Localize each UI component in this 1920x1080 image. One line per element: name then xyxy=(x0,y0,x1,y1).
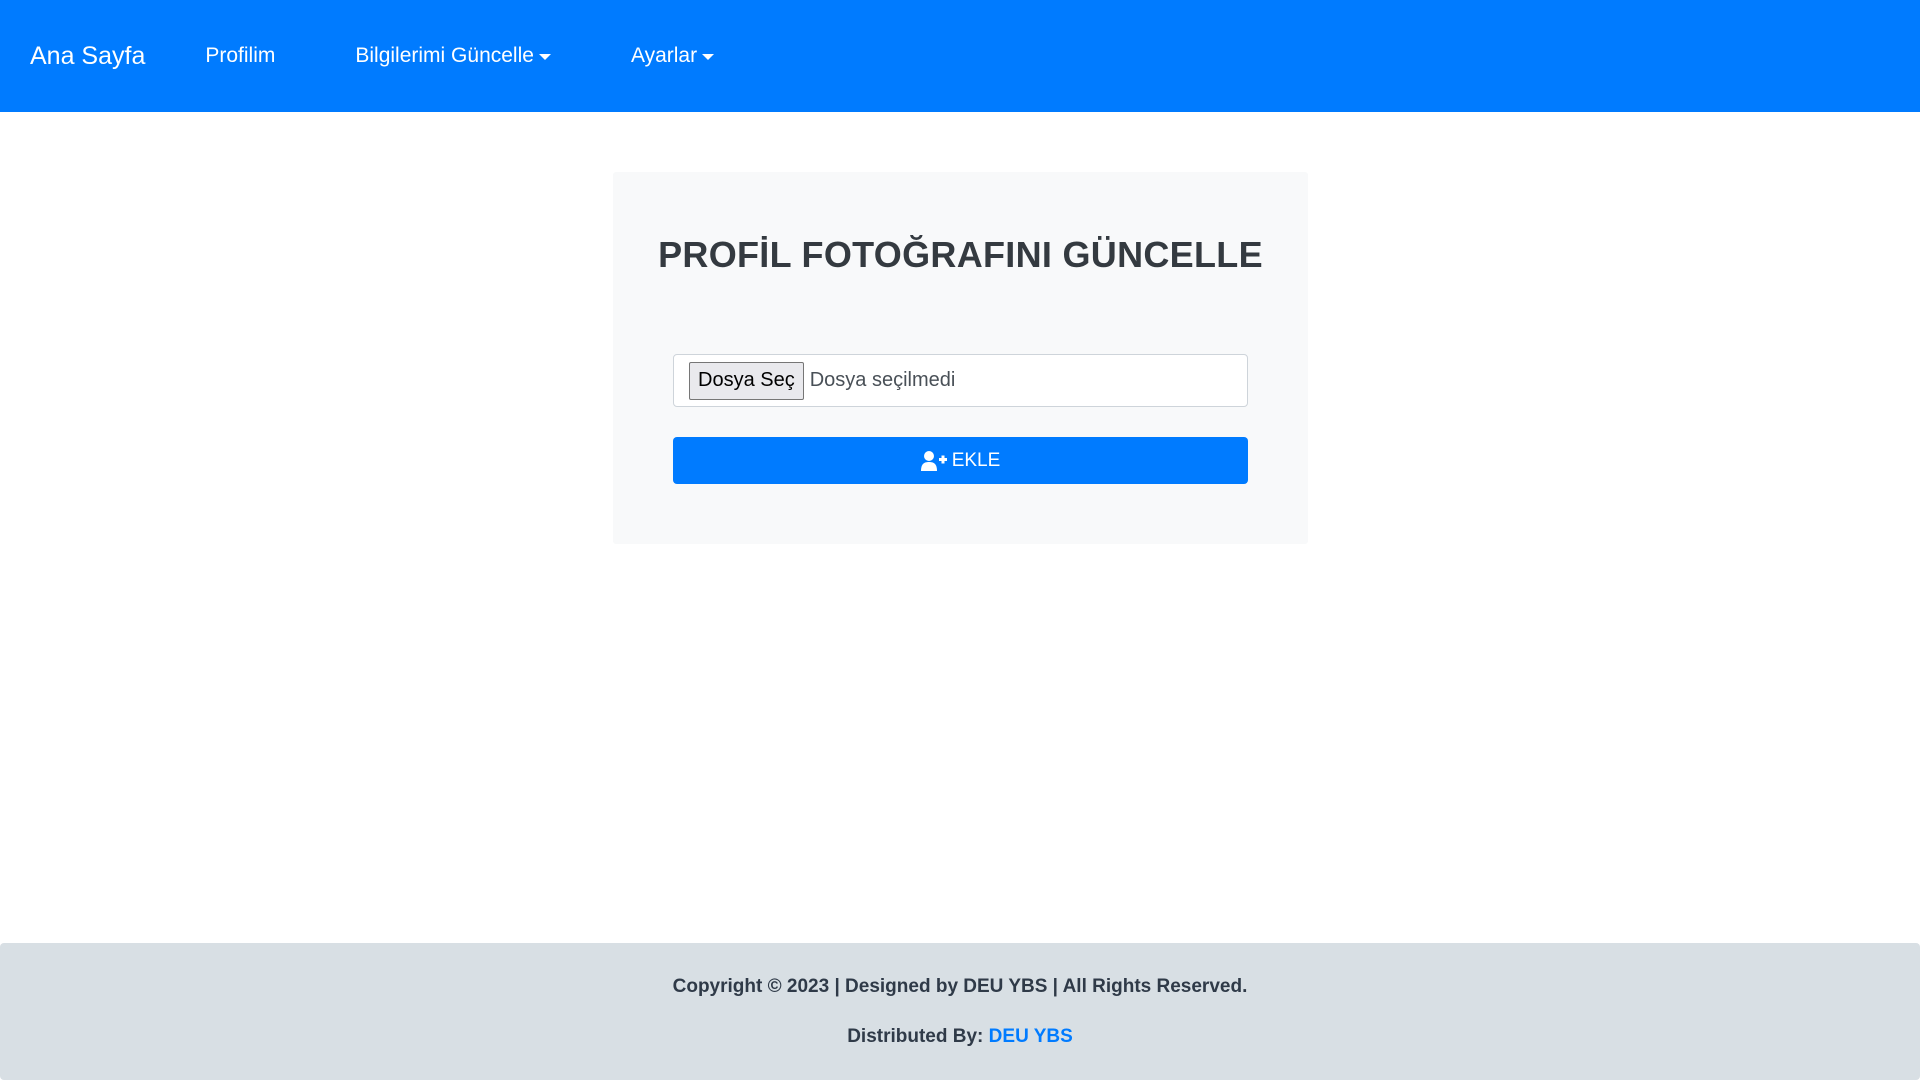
footer-distributed-link[interactable]: DEU YBS xyxy=(989,1026,1073,1047)
nav-item-label: Ayarlar xyxy=(630,44,698,67)
nav-item-bilgilerimi-guncelle[interactable]: Bilgilerimi Güncelle xyxy=(355,44,551,68)
footer-distributed-prefix: Distributed By: xyxy=(847,1026,984,1047)
caret-down-icon xyxy=(702,54,715,60)
footer-copyright: Copyright © 2023 | Designed by DEU YBS |… xyxy=(672,976,1248,997)
caret-down-icon xyxy=(538,54,551,60)
add-button-label: EKLE xyxy=(951,449,1001,471)
page-title: PROFİL FOTOĞRAFINI GÜNCELLE xyxy=(658,234,1263,275)
nav-item-label: Bilgilerimi Güncelle xyxy=(355,44,534,67)
footer: Copyright © 2023 | Designed by DEU YBS |… xyxy=(0,943,1920,1080)
navbar: Ana Sayfa Profilim Bilgilerimi Güncelle … xyxy=(0,0,1920,112)
profile-photo-card: PROFİL FOTOĞRAFINI GÜNCELLE Dosya Seç Do… xyxy=(613,172,1308,544)
nav-item-label: Profilim xyxy=(205,44,276,67)
add-button[interactable]: EKLE xyxy=(673,437,1248,484)
nav-item-ayarlar[interactable]: Ayarlar xyxy=(630,44,715,68)
choose-file-button[interactable]: Dosya Seç xyxy=(689,361,804,400)
nav-item-profilim[interactable]: Profilim xyxy=(205,44,275,68)
navbar-brand-link[interactable]: Ana Sayfa xyxy=(30,42,145,71)
footer-distributed: Distributed By: DEU YBS xyxy=(0,1026,1920,1048)
user-plus-icon xyxy=(920,450,947,471)
file-status-text: Dosya seçilmedi xyxy=(809,369,956,391)
file-input[interactable]: Dosya Seç Dosya seçilmedi xyxy=(673,354,1248,407)
